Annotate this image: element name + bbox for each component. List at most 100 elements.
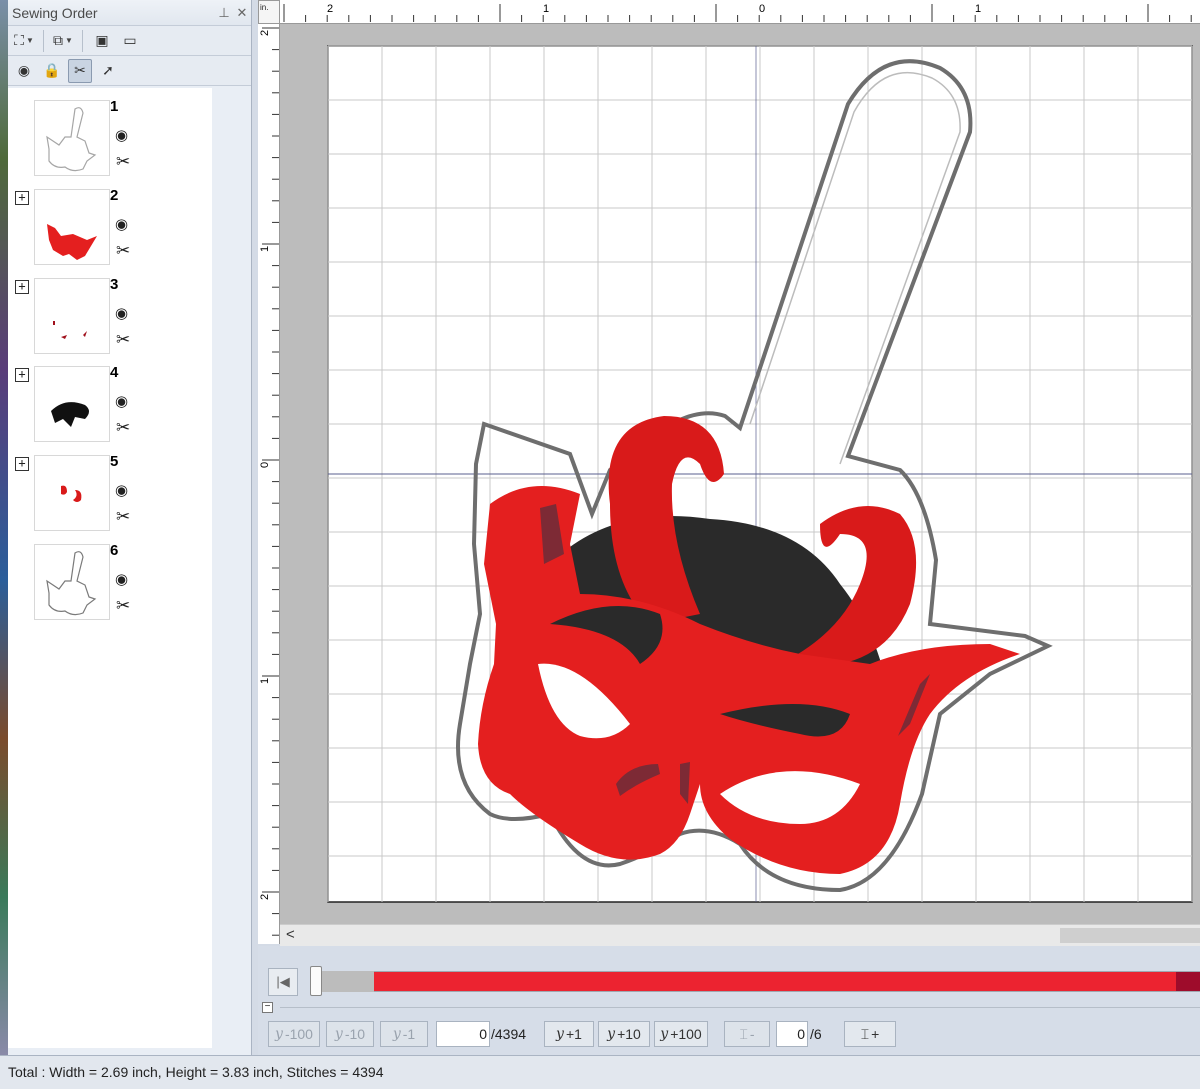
sewing-order-item[interactable]: 6 ◉ ✂	[8, 542, 212, 630]
panel-title-bar: Sewing Order ⊥ ✕	[8, 0, 251, 26]
pin-icon[interactable]: ⊥	[215, 5, 233, 21]
go-to-first-stitch-button[interactable]: |◀	[268, 968, 298, 996]
scissors-icon[interactable]: ✂	[116, 152, 130, 172]
back-10-stitches-button[interactable]: 𝑦 -10	[326, 1021, 374, 1047]
ruler-label: 1	[259, 246, 271, 252]
forward-10-label: +10	[617, 1026, 641, 1042]
previous-color-label: -	[749, 1026, 755, 1042]
back-100-label: -100	[284, 1026, 313, 1042]
total-stitches-label: /4394	[491, 1026, 527, 1042]
select-design-button[interactable]: ⛶ ▼	[12, 29, 36, 53]
lock-icon: 🔒	[43, 62, 61, 78]
item-thumbnail[interactable]	[34, 188, 110, 265]
visibility-icon: ◉	[17, 62, 31, 78]
back-1-label: -1	[402, 1026, 416, 1042]
track-end-segment	[1176, 972, 1200, 991]
visibility-button[interactable]: ◉	[12, 59, 36, 83]
group-icon: ⧉	[53, 32, 64, 48]
stitch-player: |◀ − 𝑦 -100 𝑦 -10 𝑦 -1 0 /4394 𝑦 +1 𝑦 +10 𝑦 +1…	[258, 946, 1200, 1055]
frame-button[interactable]: ▭	[118, 29, 142, 53]
scissors-icon[interactable]: ✂	[116, 596, 130, 616]
spool-icon: ⌶	[739, 1025, 748, 1042]
track-color-segment	[374, 972, 1176, 991]
eye-icon[interactable]: ◉	[115, 126, 128, 144]
close-icon[interactable]: ✕	[233, 5, 251, 21]
item-thumbnail[interactable]	[34, 100, 110, 176]
scissors-icon[interactable]: ✂	[116, 418, 130, 438]
back-100-stitches-button[interactable]: 𝑦 -100	[268, 1021, 320, 1047]
lock-button[interactable]: 🔒	[40, 59, 64, 83]
item-number: 6	[110, 542, 119, 559]
scissors-icon[interactable]: ✂	[116, 330, 130, 350]
group-button[interactable]: ⧉ ▼	[51, 29, 75, 53]
expand-icon[interactable]: +	[15, 279, 29, 294]
chevron-down-icon: ▼	[25, 36, 34, 45]
sewing-order-item[interactable]: +2 ◉ ✂	[8, 187, 212, 275]
previous-color-button[interactable]: ⌶ -	[724, 1021, 770, 1047]
scroll-left-icon[interactable]: <	[286, 926, 295, 943]
total-colors-label: /6	[810, 1026, 822, 1042]
sewing-order-item[interactable]: +4 ◉ ✂	[8, 364, 212, 452]
toolbar-separator	[82, 29, 83, 52]
scissors-icon[interactable]: ✂	[116, 507, 130, 527]
sewing-order-item[interactable]: +3 ◉ ✂	[8, 275, 212, 364]
needle-icon: 𝑦	[392, 1026, 401, 1042]
expand-icon[interactable]: +	[15, 457, 29, 472]
app-window: Sewing Order ⊥ ✕ ⛶ ▼ ⧉ ▼ ▣ ▭ ◉ 🔒 ✂ ➚ 1 ◉ ✂ +2 ◉ ✂ +3 ◉ ✂…	[0, 0, 1200, 1089]
eye-icon[interactable]: ◉	[115, 215, 128, 233]
sewing-order-item[interactable]: +5 ◉ ✂	[8, 453, 212, 541]
forward-1-stitch-button[interactable]: 𝑦 +1	[544, 1021, 594, 1047]
eye-icon[interactable]: ◉	[115, 392, 128, 410]
thumbnail-graphic	[51, 402, 89, 428]
item-thumbnail[interactable]	[34, 277, 110, 354]
color-order-button[interactable]: ▣	[90, 29, 114, 53]
back-1-stitch-button[interactable]: 𝑦 -1	[380, 1021, 428, 1047]
expand-icon[interactable]: +	[15, 190, 29, 205]
sewing-order-item[interactable]: 1 ◉ ✂	[8, 98, 212, 186]
ruler-label: 1	[259, 678, 271, 684]
cut-tool-button[interactable]: ✂	[68, 58, 92, 83]
sewing-order-panel: Sewing Order ⊥ ✕ ⛶ ▼ ⧉ ▼ ▣ ▭ ◉ 🔒 ✂ ➚ 1 ◉ ✂ +2 ◉ ✂ +3 ◉ ✂…	[8, 0, 252, 1055]
expand-icon[interactable]: +	[15, 368, 29, 383]
spool-icon: ⌶	[860, 1025, 870, 1042]
ruler-unit: in.	[258, 0, 280, 24]
needle-icon: 𝑦	[275, 1026, 283, 1042]
item-thumbnail[interactable]	[34, 366, 110, 443]
eye-icon[interactable]: ◉	[115, 304, 128, 322]
scissors-icon[interactable]: ✂	[116, 241, 130, 261]
stitch-slider-handle[interactable]	[310, 966, 322, 996]
stitch-progress-track[interactable]	[310, 971, 1200, 992]
item-thumbnail[interactable]	[34, 455, 110, 532]
forward-100-label: +100	[670, 1026, 702, 1042]
ruler-label: 0	[259, 462, 271, 468]
design-view[interactable]	[280, 24, 1200, 924]
collapse-player-button[interactable]: −	[262, 1002, 273, 1013]
ruler-label: 1	[543, 3, 549, 15]
chevron-down-icon: ▼	[65, 36, 73, 45]
thumbnail-graphic	[46, 551, 97, 616]
pointer-button[interactable]: ➚	[96, 59, 120, 83]
panel-toolbar-2: ◉ 🔒 ✂ ➚	[8, 56, 251, 86]
next-color-button[interactable]: ⌶ +	[844, 1021, 896, 1047]
next-color-label: +	[871, 1026, 880, 1042]
desktop-strip	[0, 0, 8, 1055]
select-design-icon: ⛶	[14, 32, 24, 48]
forward-10-stitches-button[interactable]: 𝑦 +10	[598, 1021, 650, 1047]
eye-icon[interactable]: ◉	[115, 481, 128, 499]
back-10-label: -10	[344, 1026, 366, 1042]
horizontal-scrollbar[interactable]: <	[280, 924, 1200, 946]
ruler-label: 2	[259, 30, 271, 36]
forward-1-label: +1	[565, 1026, 582, 1042]
thumbnail-graphic	[46, 107, 97, 172]
ruler-label: 0	[759, 3, 765, 15]
scroll-thumb[interactable]	[1060, 928, 1200, 943]
current-stitch-input[interactable]: 0	[436, 1021, 490, 1047]
pointer-icon: ➚	[102, 62, 114, 78]
ruler-label: 2	[327, 3, 333, 15]
item-number: 3	[110, 275, 119, 293]
eye-icon[interactable]: ◉	[115, 570, 128, 588]
frame-icon: ▭	[123, 32, 137, 48]
forward-100-stitches-button[interactable]: 𝑦 +100	[654, 1021, 708, 1047]
item-thumbnail[interactable]	[34, 544, 110, 620]
current-color-input[interactable]: 0	[776, 1021, 808, 1047]
